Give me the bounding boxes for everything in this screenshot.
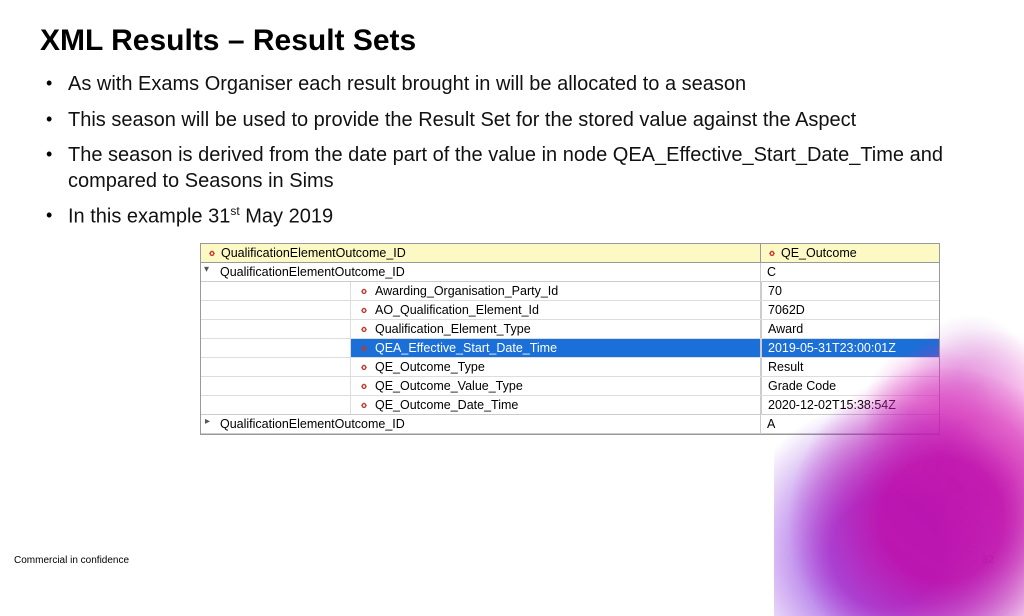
value-cell[interactable]: Grade Code	[761, 377, 939, 395]
tree-parent-open[interactable]: QualificationElementOutcome_ID C	[201, 263, 939, 282]
parent-value: C	[761, 263, 939, 281]
node-label: Qualification_Element_Type	[375, 322, 531, 336]
tag-icon	[357, 342, 369, 354]
value-cell[interactable]: 2020-12-02T15:38:54Z	[761, 396, 939, 414]
tag-icon	[205, 247, 217, 259]
bullet-item: As with Exams Organiser each result brou…	[46, 72, 946, 98]
node-cell[interactable]: QE_Outcome_Date_Time	[351, 396, 761, 414]
indent-cell	[201, 301, 351, 319]
collapse-toggle-icon[interactable]	[205, 418, 216, 429]
expand-toggle-icon[interactable]	[205, 266, 216, 277]
bullet-item: In this example 31st May 2019	[46, 204, 946, 230]
header-label: QualificationElementOutcome_ID	[221, 246, 406, 260]
node-cell[interactable]: QEA_Effective_Start_Date_Time	[351, 339, 761, 357]
tree-row[interactable]: Awarding_Organisation_Party_Id 70	[201, 282, 939, 301]
node-cell[interactable]: QE_Outcome_Value_Type	[351, 377, 761, 395]
node-cell[interactable]: AO_Qualification_Element_Id	[351, 301, 761, 319]
value-cell[interactable]: Award	[761, 320, 939, 338]
node-cell[interactable]: Awarding_Organisation_Party_Id	[351, 282, 761, 300]
grid-header-col1[interactable]: QualificationElementOutcome_ID	[201, 244, 761, 262]
tag-icon	[357, 399, 369, 411]
tree-row[interactable]: Qualification_Element_Type Award	[201, 320, 939, 339]
indent-cell	[201, 339, 351, 357]
node-label: QEA_Effective_Start_Date_Time	[375, 341, 557, 355]
grid-header-col2[interactable]: QE_Outcome	[761, 244, 939, 262]
tag-icon	[357, 380, 369, 392]
tag-icon	[357, 323, 369, 335]
value-cell[interactable]: 2019-05-31T23:00:01Z	[761, 339, 939, 357]
page-number: 32	[982, 554, 994, 566]
tag-icon	[357, 304, 369, 316]
node-label: AO_Qualification_Element_Id	[375, 303, 539, 317]
node-cell[interactable]: Qualification_Element_Type	[351, 320, 761, 338]
footer-text: Commercial in confidence	[14, 555, 129, 566]
indent-cell	[201, 320, 351, 338]
tree-row[interactable]: QE_Outcome_Value_Type Grade Code	[201, 377, 939, 396]
tree-row[interactable]: QE_Outcome_Type Result	[201, 358, 939, 377]
value-cell[interactable]: 7062D	[761, 301, 939, 319]
parent-label: QualificationElementOutcome_ID	[220, 265, 405, 279]
bullet-item: This season will be used to provide the …	[46, 108, 946, 134]
value-cell[interactable]: 70	[761, 282, 939, 300]
parent-value: A	[761, 415, 939, 433]
page-title: XML Results – Result Sets	[40, 24, 984, 58]
tree-row[interactable]: QE_Outcome_Date_Time 2020-12-02T15:38:54Z	[201, 396, 939, 414]
tag-icon	[765, 247, 777, 259]
tag-icon	[357, 361, 369, 373]
indent-cell	[201, 396, 351, 414]
node-label: QE_Outcome_Type	[375, 360, 485, 374]
node-label: QE_Outcome_Date_Time	[375, 398, 518, 412]
node-label: Awarding_Organisation_Party_Id	[375, 284, 558, 298]
grid-header-row: QualificationElementOutcome_ID QE_Outcom…	[201, 244, 939, 263]
indent-cell	[201, 377, 351, 395]
node-cell[interactable]: QE_Outcome_Type	[351, 358, 761, 376]
indent-cell	[201, 358, 351, 376]
value-cell[interactable]: Result	[761, 358, 939, 376]
parent-label: QualificationElementOutcome_ID	[220, 417, 405, 431]
header-label: QE_Outcome	[781, 246, 857, 260]
tag-icon	[357, 285, 369, 297]
tree-row[interactable]: AO_Qualification_Element_Id 7062D	[201, 301, 939, 320]
bullet-item: The season is derived from the date part…	[46, 143, 946, 194]
bullet-list: As with Exams Organiser each result brou…	[40, 72, 984, 231]
indent-cell	[201, 282, 351, 300]
tree-row[interactable]: QEA_Effective_Start_Date_Time 2019-05-31T…	[201, 339, 939, 358]
node-label: QE_Outcome_Value_Type	[375, 379, 523, 393]
xml-tree-grid: QualificationElementOutcome_ID QE_Outcom…	[200, 243, 940, 435]
ordinal-suffix: st	[230, 204, 239, 218]
tree-parent-closed[interactable]: QualificationElementOutcome_ID A	[201, 414, 939, 434]
